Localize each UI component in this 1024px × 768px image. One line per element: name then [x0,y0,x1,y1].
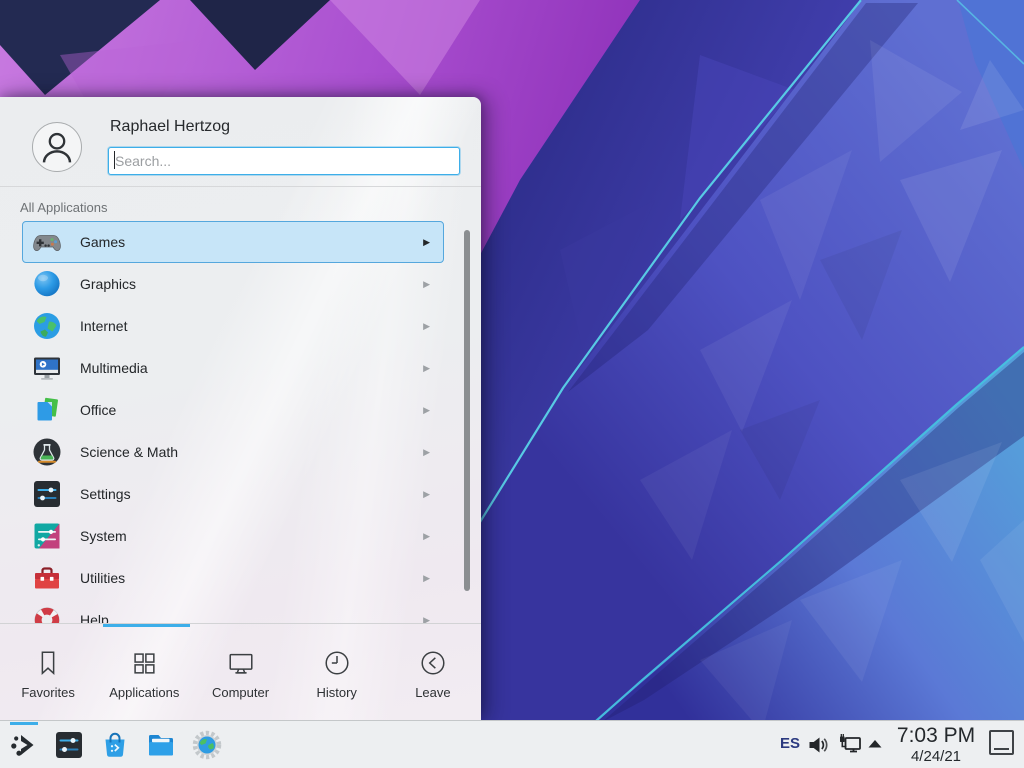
user-avatar-icon [33,123,81,171]
list-scrollbar[interactable] [464,230,470,591]
gamepad-icon [31,226,63,258]
grid-icon [129,648,159,678]
category-label: Internet [80,318,127,334]
category-label: Settings [80,486,131,502]
tab-favorites[interactable]: Favorites [0,627,96,720]
user-avatar[interactable] [32,122,82,172]
application-launcher-menu: Raphael Hertzog All Applications Games ▶ [0,97,481,720]
expand-tray-arrow-icon[interactable] [867,738,883,749]
text-caret [114,151,115,169]
globe-icon [31,310,63,342]
leave-icon [418,648,448,678]
documents-icon [31,394,63,426]
submenu-arrow-icon: ▶ [423,489,430,500]
file-manager-icon[interactable] [145,729,177,761]
tab-label: Leave [415,685,450,700]
section-label: All Applications [20,200,107,215]
bookmark-icon [33,648,63,678]
tab-label: Computer [212,685,269,700]
toolbox-icon [31,562,63,594]
network-icon[interactable] [837,732,863,758]
category-label: Help [80,612,109,623]
category-system[interactable]: System ▶ [22,515,444,557]
submenu-arrow-icon: ▶ [423,321,430,332]
category-office[interactable]: Office ▶ [22,389,444,431]
header-separator [0,186,481,187]
show-desktop-icon [994,748,1009,750]
category-label: Office [80,402,116,418]
category-label: Games [80,234,125,250]
taskbar-panel: ES 7:03 PM 4/24/21 [0,720,1024,768]
launcher-header: Raphael Hertzog [0,97,481,186]
submenu-arrow-icon: ▶ [423,279,430,290]
flask-icon [31,436,63,468]
monitor-icon [226,648,256,678]
sliders-icon [31,478,63,510]
clock-date: 4/24/21 [891,748,981,765]
digital-clock[interactable]: 7:03 PM 4/24/21 [891,724,981,765]
category-label: Utilities [80,570,125,586]
system-sliders-icon [31,520,63,552]
show-desktop-button[interactable] [989,730,1014,755]
web-browser-icon[interactable] [191,729,223,761]
system-settings-icon[interactable] [53,729,85,761]
tab-applications[interactable]: Applications [96,627,192,720]
launcher-active-indicator [10,722,38,725]
submenu-arrow-icon: ▶ [423,573,430,584]
tab-label: Applications [109,685,179,700]
category-multimedia[interactable]: Multimedia ▶ [22,347,444,389]
submenu-arrow-icon: ▶ [423,237,430,248]
application-launcher-icon[interactable] [8,729,40,761]
category-label: Multimedia [80,360,148,376]
lifebuoy-icon [31,604,63,623]
submenu-arrow-icon: ▶ [423,531,430,542]
user-name: Raphael Hertzog [110,118,230,136]
submenu-arrow-icon: ▶ [423,615,430,624]
category-settings[interactable]: Settings ▶ [22,473,444,515]
category-utilities[interactable]: Utilities ▶ [22,557,444,599]
tab-label: History [316,685,356,700]
category-label: System [80,528,127,544]
launcher-tabbar: Favorites Applications Computer [0,627,481,720]
tabbar-separator [0,623,481,624]
category-list: Games ▶ Graphics ▶ [0,221,481,623]
keyboard-layout-indicator[interactable]: ES [780,735,800,752]
category-help[interactable]: Help ▶ [22,599,444,623]
submenu-arrow-icon: ▶ [423,405,430,416]
clock-icon [322,648,352,678]
category-label: Graphics [80,276,136,292]
tab-computer[interactable]: Computer [192,627,288,720]
tab-leave[interactable]: Leave [385,627,481,720]
category-science-math[interactable]: Science & Math ▶ [22,431,444,473]
tab-history[interactable]: History [289,627,385,720]
volume-icon[interactable] [807,734,829,756]
category-label: Science & Math [80,444,178,460]
submenu-arrow-icon: ▶ [423,363,430,374]
tab-label: Favorites [21,685,74,700]
desktop: Raphael Hertzog All Applications Games ▶ [0,0,1024,768]
submenu-arrow-icon: ▶ [423,447,430,458]
discover-store-icon[interactable] [99,729,131,761]
multimedia-monitor-icon [31,352,63,384]
clock-time: 7:03 PM [891,724,981,748]
graphics-sphere-icon [31,268,63,300]
category-graphics[interactable]: Graphics ▶ [22,263,444,305]
category-internet[interactable]: Internet ▶ [22,305,444,347]
category-games[interactable]: Games ▶ [22,221,444,263]
search-input[interactable] [108,147,460,175]
